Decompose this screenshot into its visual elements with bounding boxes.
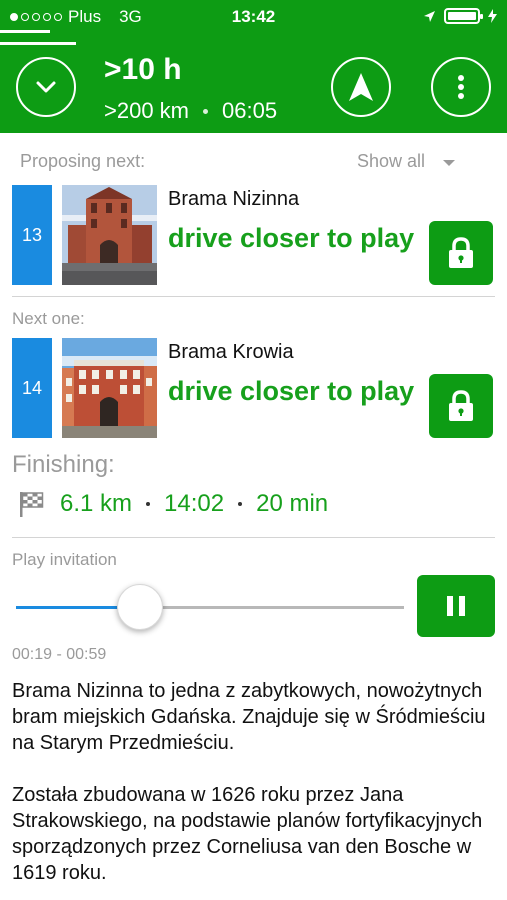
location-arrow-icon bbox=[424, 10, 435, 22]
collapse-button[interactable] bbox=[16, 57, 76, 117]
finish-summary: 6.1 km 14:02 20 min bbox=[18, 490, 328, 518]
separator-dot bbox=[203, 108, 208, 114]
finish-time: 14:02 bbox=[164, 490, 225, 517]
attraction-photo bbox=[62, 338, 157, 438]
divider bbox=[12, 537, 495, 538]
attraction-card[interactable]: 13 Brama Nizinna drive closer to play bbox=[12, 185, 494, 285]
battery-icon bbox=[444, 8, 483, 24]
finish-flag-icon bbox=[20, 492, 44, 517]
remaining-distance: >200 km bbox=[104, 98, 189, 123]
header-bar: Plus 3G 13:42 >10 h >200 km 06:05 bbox=[0, 0, 507, 133]
status-icons bbox=[423, 8, 497, 24]
more-vertical-icon bbox=[458, 75, 464, 99]
show-all-label: Show all bbox=[357, 151, 426, 171]
arrival-time: 06:05 bbox=[222, 98, 278, 123]
audio-progress-slider[interactable] bbox=[16, 606, 404, 609]
tab-indicator-secondary bbox=[0, 42, 76, 45]
route-summary: >200 km 06:05 bbox=[104, 98, 277, 124]
play-status: drive closer to play bbox=[168, 223, 415, 253]
separator-dot bbox=[146, 502, 151, 506]
divider bbox=[12, 296, 495, 297]
attraction-description: Brama Nizinna to jedna z zabytkowych, no… bbox=[12, 678, 487, 900]
description-paragraph: Brama Nizinna to jedna z zabytkowych, no… bbox=[12, 680, 486, 754]
proposing-label: Proposing next: bbox=[20, 151, 146, 171]
play-invitation-label: Play invitation bbox=[12, 550, 117, 569]
audio-time-range: 00:19 - 00:59 bbox=[12, 646, 107, 663]
more-menu-button[interactable] bbox=[431, 57, 491, 117]
stop-number-badge: 13 bbox=[12, 185, 52, 285]
finishing-label: Finishing: bbox=[12, 451, 115, 478]
attraction-photo bbox=[62, 185, 157, 285]
next-one-label: Next one: bbox=[12, 309, 85, 328]
lock-icon bbox=[449, 390, 473, 421]
chevron-down-icon bbox=[36, 81, 56, 93]
locked-play-button[interactable] bbox=[429, 374, 493, 438]
finish-distance: 6.1 km bbox=[60, 490, 133, 517]
separator-dot bbox=[238, 502, 243, 506]
stop-number-badge: 14 bbox=[12, 338, 52, 438]
slider-thumb[interactable] bbox=[117, 584, 164, 630]
dropdown-caret-icon bbox=[443, 159, 456, 166]
eta-duration: >10 h bbox=[104, 53, 182, 86]
pause-button[interactable] bbox=[417, 575, 495, 637]
navigate-button[interactable] bbox=[331, 57, 391, 117]
description-paragraph: Została zbudowana w 1626 roku przez Jana… bbox=[12, 784, 483, 884]
lock-icon bbox=[449, 237, 473, 268]
attraction-title: Brama Nizinna bbox=[168, 188, 300, 210]
attraction-title: Brama Krowia bbox=[168, 341, 294, 363]
pause-icon bbox=[447, 596, 453, 616]
locked-play-button[interactable] bbox=[429, 221, 493, 285]
status-bar: Plus 3G 13:42 bbox=[0, 0, 507, 34]
attraction-card[interactable]: 14 Brama Krowia drive closer to play bbox=[12, 338, 494, 438]
charging-bolt-icon bbox=[488, 9, 497, 23]
navigation-arrow-icon bbox=[349, 73, 373, 101]
show-all-dropdown[interactable]: Show all bbox=[357, 151, 456, 172]
tab-indicator bbox=[0, 30, 50, 33]
play-status: drive closer to play bbox=[168, 376, 415, 406]
finish-duration: 20 min bbox=[256, 490, 329, 517]
